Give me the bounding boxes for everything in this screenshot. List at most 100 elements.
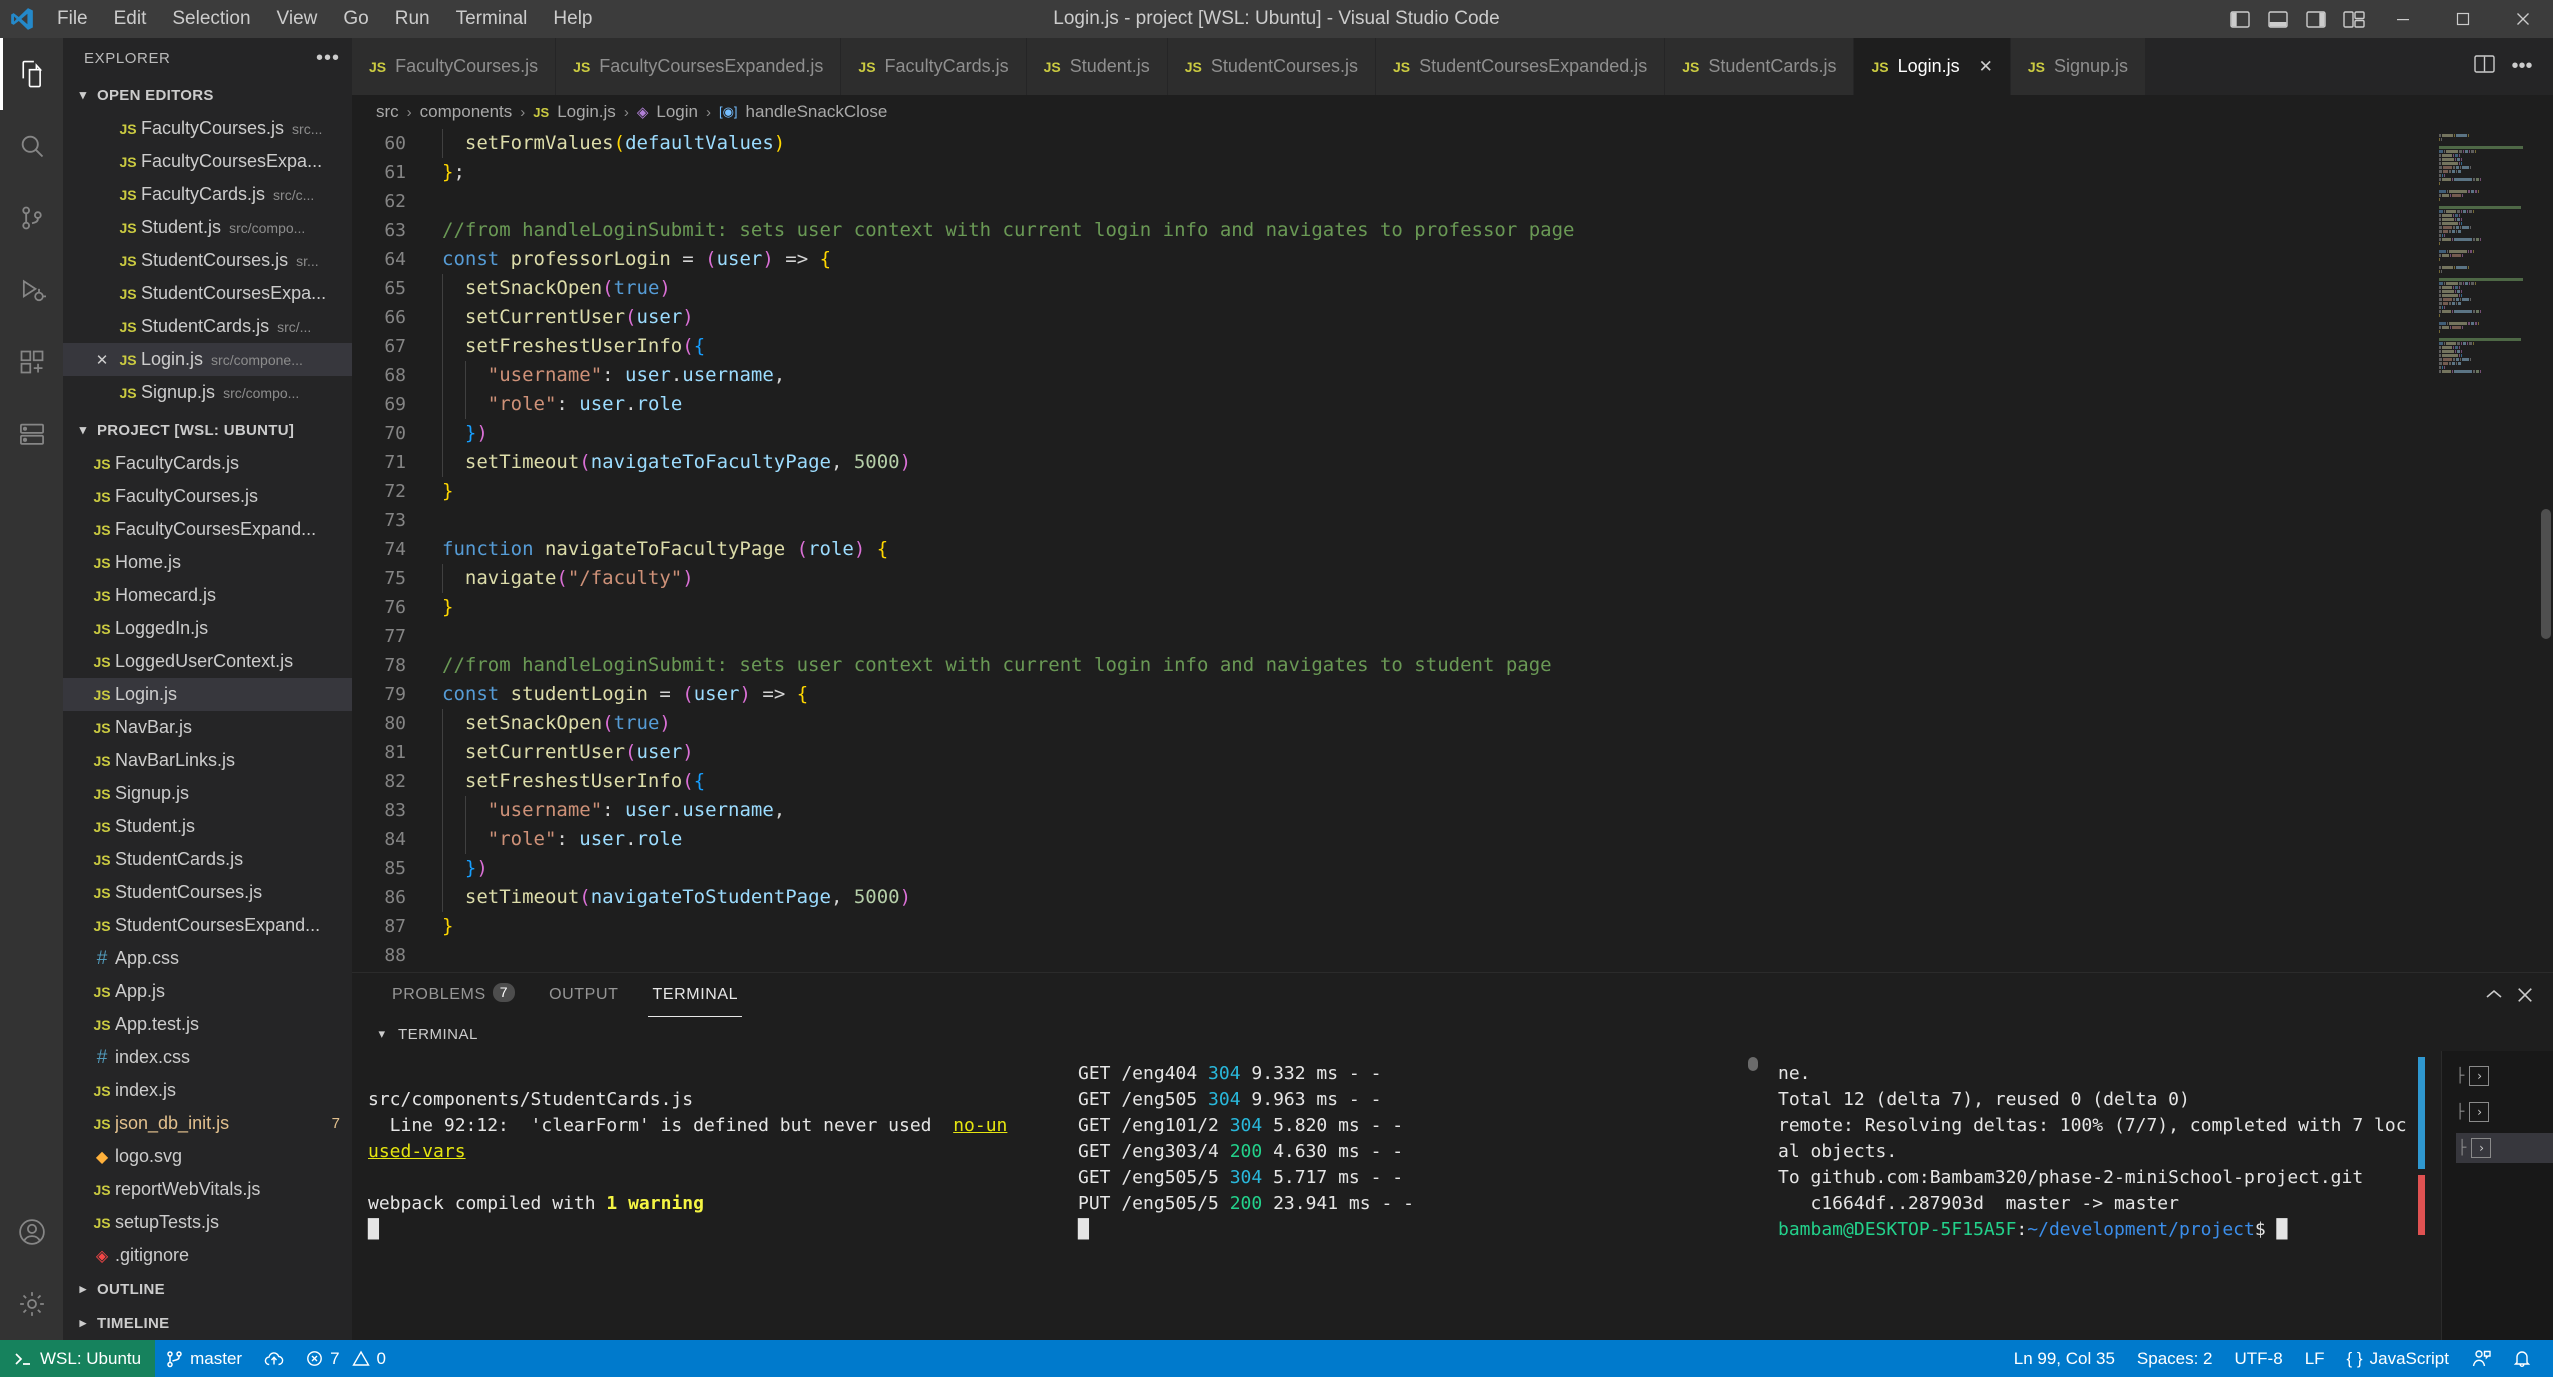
- project-file-item[interactable]: JS json_db_init.js 7: [63, 1107, 352, 1140]
- project-file-item[interactable]: JS StudentCards.js: [63, 843, 352, 876]
- project-file-item[interactable]: JS Signup.js: [63, 777, 352, 810]
- open-editor-item[interactable]: JS StudentCourses.js sr...: [63, 244, 352, 277]
- menu-bar[interactable]: File Edit Selection View Go Run Terminal…: [44, 0, 606, 38]
- project-file-item[interactable]: JS App.js: [63, 975, 352, 1008]
- editor-tab[interactable]: JS Signup.js: [2010, 38, 2147, 95]
- editor-tab[interactable]: JS StudentCards.js: [1665, 38, 1855, 95]
- project-file-item[interactable]: JS App.test.js: [63, 1008, 352, 1041]
- activity-source-control-icon[interactable]: [0, 182, 63, 254]
- editor-tab[interactable]: JS FacultyCourses.js: [352, 38, 557, 95]
- editor-tab[interactable]: JS Login.js ✕: [1854, 38, 2011, 95]
- status-branch[interactable]: master: [155, 1340, 253, 1377]
- activity-remote-explorer-icon[interactable]: [0, 398, 63, 470]
- menu-help[interactable]: Help: [540, 0, 605, 38]
- project-file-item[interactable]: JS StudentCoursesExpand...: [63, 909, 352, 942]
- status-problems[interactable]: 7 0: [295, 1340, 397, 1377]
- open-editor-item[interactable]: JS Student.js src/compo...: [63, 211, 352, 244]
- status-encoding[interactable]: UTF-8: [2224, 1340, 2294, 1377]
- project-file-item[interactable]: JS Login.js: [63, 678, 352, 711]
- status-notifications[interactable]: [2502, 1340, 2553, 1377]
- close-tab-icon[interactable]: ✕: [1979, 57, 1993, 77]
- breadcrumb-symbol-login[interactable]: Login: [656, 102, 698, 122]
- editor-tab[interactable]: JS Student.js: [1026, 38, 1168, 95]
- menu-file[interactable]: File: [44, 0, 101, 38]
- toggle-secondary-sidebar-icon[interactable]: [2297, 0, 2335, 38]
- status-language-mode[interactable]: { } JavaScript: [2336, 1340, 2460, 1377]
- close-panel-icon[interactable]: [2517, 987, 2533, 1003]
- terminal-pane-server[interactable]: GET /eng404 304 9.332 ms - - GET /eng505 …: [1062, 1051, 1762, 1340]
- toggle-panel-icon[interactable]: [2259, 0, 2297, 38]
- split-editor-icon[interactable]: [2467, 54, 2501, 79]
- section-open-editors[interactable]: ▾ OPEN EDITORS: [63, 78, 352, 112]
- status-indentation[interactable]: Spaces: 2: [2126, 1340, 2224, 1377]
- window-minimize-button[interactable]: [2373, 0, 2433, 38]
- status-cursor-position[interactable]: Ln 99, Col 35: [2003, 1340, 2126, 1377]
- terminal-tab-item[interactable]: ├ ›: [2456, 1133, 2553, 1163]
- window-close-button[interactable]: [2493, 0, 2553, 38]
- project-file-item[interactable]: JS index.js: [63, 1074, 352, 1107]
- editor-vertical-scrollbar[interactable]: [2539, 129, 2553, 972]
- project-file-item[interactable]: JS FacultyCards.js: [63, 447, 352, 480]
- terminal-git-scrollbar[interactable]: [2418, 1057, 2425, 1336]
- maximize-panel-icon[interactable]: [2485, 989, 2503, 1001]
- project-file-item[interactable]: JS NavBar.js: [63, 711, 352, 744]
- terminal-scrollbar-thumb[interactable]: [1748, 1057, 1758, 1071]
- tab-terminal[interactable]: TERMINAL: [638, 973, 752, 1017]
- close-editor-icon[interactable]: ✕: [89, 351, 115, 369]
- sidebar-more-actions-icon[interactable]: •••: [316, 47, 340, 70]
- menu-run[interactable]: Run: [382, 0, 443, 38]
- open-editor-item[interactable]: JS FacultyCourses.js src...: [63, 112, 352, 145]
- status-feedback[interactable]: [2460, 1340, 2502, 1377]
- section-outline[interactable]: ▸ OUTLINE: [63, 1272, 352, 1306]
- tab-output[interactable]: OUTPUT: [535, 973, 632, 1017]
- activity-accounts-icon[interactable]: [0, 1196, 63, 1268]
- breadcrumb-symbol-method[interactable]: handleSnackClose: [746, 102, 888, 122]
- window-maximize-button[interactable]: [2433, 0, 2493, 38]
- project-file-item[interactable]: JS setupTests.js: [63, 1206, 352, 1239]
- open-editor-item[interactable]: JS StudentCards.js src/...: [63, 310, 352, 343]
- scrollbar-thumb[interactable]: [2541, 509, 2551, 639]
- project-file-item[interactable]: JS FacultyCourses.js: [63, 480, 352, 513]
- activity-explorer-icon[interactable]: [0, 38, 63, 110]
- editor-tab[interactable]: JS StudentCoursesExpanded.js: [1375, 38, 1666, 95]
- project-file-item[interactable]: ◆ logo.svg: [63, 1140, 352, 1173]
- editor-more-actions-icon[interactable]: •••: [2505, 55, 2539, 78]
- project-file-item[interactable]: ◈ .gitignore: [63, 1239, 352, 1272]
- minimap[interactable]: [2433, 129, 2553, 972]
- project-file-item[interactable]: JS FacultyCoursesExpand...: [63, 513, 352, 546]
- breadcrumb-components[interactable]: components: [420, 102, 513, 122]
- status-eol[interactable]: LF: [2294, 1340, 2336, 1377]
- project-file-item[interactable]: JS LoggedIn.js: [63, 612, 352, 645]
- breadcrumb-file[interactable]: Login.js: [557, 102, 616, 122]
- editor-tab[interactable]: JS FacultyCoursesExpanded.js: [556, 38, 842, 95]
- menu-edit[interactable]: Edit: [101, 0, 160, 38]
- activity-extensions-icon[interactable]: [0, 326, 63, 398]
- project-file-item[interactable]: JS Homecard.js: [63, 579, 352, 612]
- project-file-item[interactable]: JS StudentCourses.js: [63, 876, 352, 909]
- open-editor-item[interactable]: JS StudentCoursesExpa...: [63, 277, 352, 310]
- terminal-tab-item[interactable]: ├ ›: [2456, 1061, 2490, 1091]
- customize-layout-icon[interactable]: [2335, 0, 2373, 38]
- open-editor-item[interactable]: ✕ JS Login.js src/compone...: [63, 343, 352, 376]
- project-file-item[interactable]: # index.css: [63, 1041, 352, 1074]
- terminal-pane-webpack[interactable]: src/components/StudentCards.js Line 92:1…: [352, 1051, 1062, 1340]
- terminal-pane-git[interactable]: ne. Total 12 (delta 7), reused 0 (delta 0…: [1762, 1051, 2441, 1340]
- tab-problems[interactable]: PROBLEMS 7: [378, 973, 529, 1017]
- project-file-item[interactable]: JS reportWebVitals.js: [63, 1173, 352, 1206]
- project-file-item[interactable]: JS Home.js: [63, 546, 352, 579]
- activity-settings-gear-icon[interactable]: [0, 1268, 63, 1340]
- code-text-area[interactable]: 60 setFormValues(defaultValues) 61}; 62 63/…: [352, 129, 2433, 972]
- terminal-tab-item[interactable]: ├ ›: [2456, 1097, 2490, 1127]
- menu-view[interactable]: View: [264, 0, 331, 38]
- activity-run-debug-icon[interactable]: [0, 254, 63, 326]
- editor-tab[interactable]: JS FacultyCards.js: [841, 38, 1027, 95]
- chevron-down-icon[interactable]: ▾: [374, 1026, 390, 1042]
- open-editor-item[interactable]: JS FacultyCards.js src/c...: [63, 178, 352, 211]
- menu-terminal[interactable]: Terminal: [443, 0, 541, 38]
- menu-selection[interactable]: Selection: [159, 0, 263, 38]
- breadcrumb-src[interactable]: src: [376, 102, 399, 122]
- menu-go[interactable]: Go: [330, 0, 381, 38]
- project-file-item[interactable]: JS LoggedUserContext.js: [63, 645, 352, 678]
- open-editor-item[interactable]: JS FacultyCoursesExpa...: [63, 145, 352, 178]
- status-sync[interactable]: [253, 1340, 295, 1377]
